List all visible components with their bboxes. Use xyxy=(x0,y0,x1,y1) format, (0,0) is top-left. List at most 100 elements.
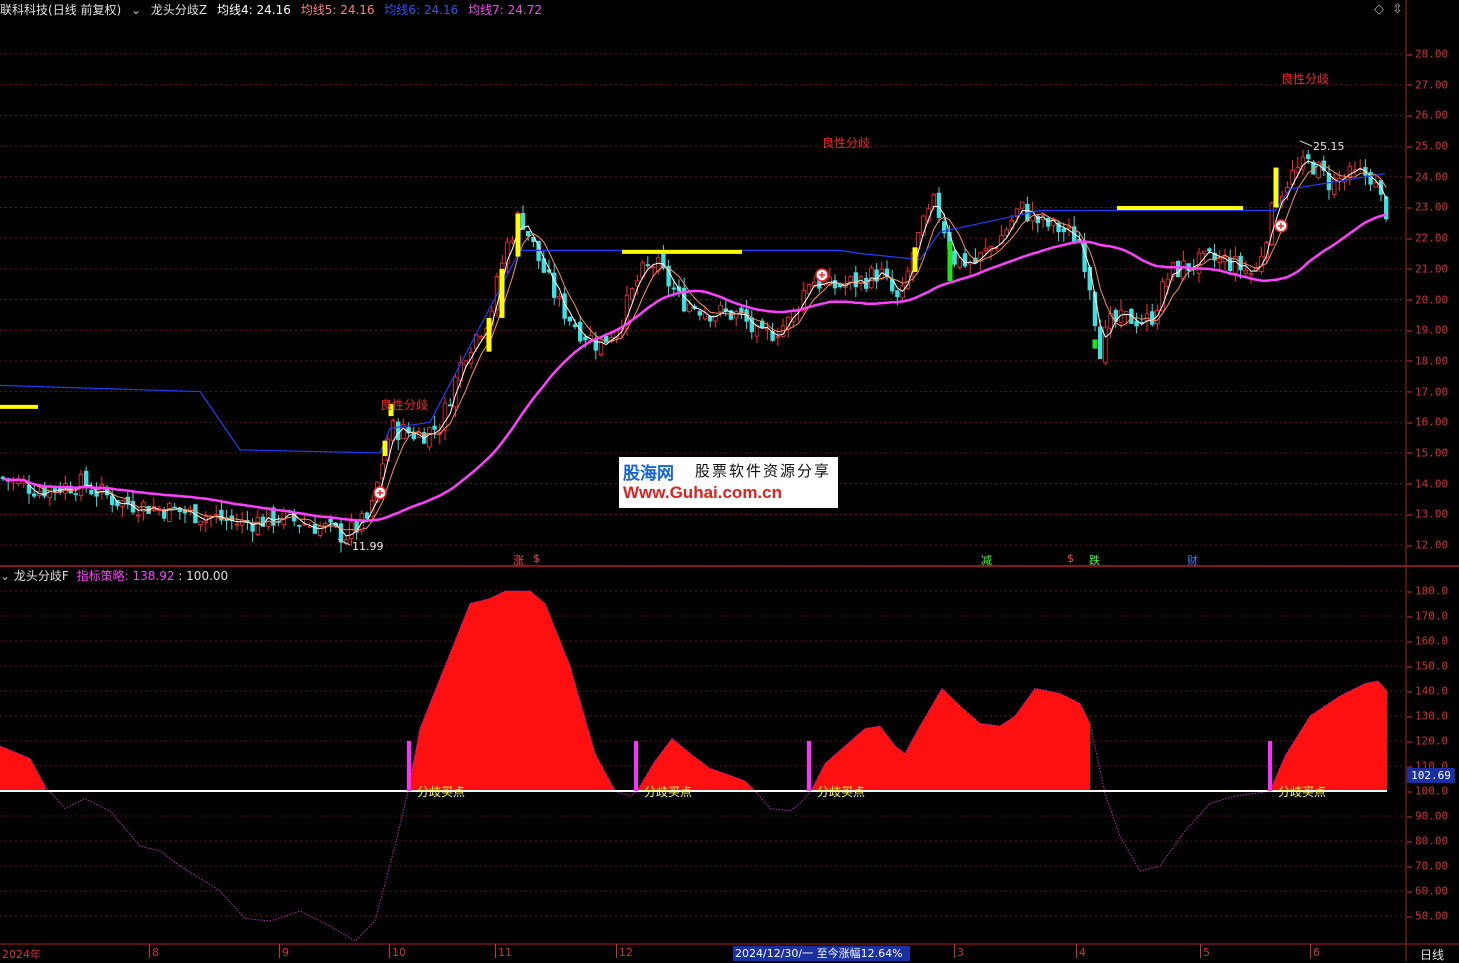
candle-body xyxy=(172,506,177,509)
candle-body xyxy=(718,305,723,313)
baseline-value: 100.00 xyxy=(186,569,229,583)
chart-header: 联科科技(日线 前复权) ⌄ 龙头分歧Z 均线4: 24.16 均线5: 24.… xyxy=(0,0,1405,20)
ma7-label: 均线7: 24.72 xyxy=(468,3,542,17)
candle-body xyxy=(936,192,942,218)
candle-body xyxy=(1306,154,1311,159)
sub-axis-tick: 160.0 xyxy=(1406,634,1449,648)
main-axis-tick: 20.00 xyxy=(1406,293,1449,306)
sub-axis-tick: 70.00 xyxy=(1406,859,1449,873)
diamond-icon[interactable]: ◇ xyxy=(1374,2,1384,17)
signal-block xyxy=(382,440,388,457)
stock-name: 联科科技 xyxy=(0,3,49,17)
signal-block-green xyxy=(1092,339,1098,349)
sub-axis-tick: 90.00 xyxy=(1406,809,1449,823)
candle-body xyxy=(234,523,240,526)
candle-body xyxy=(1061,228,1066,233)
event-mark-dollar-1[interactable]: $ xyxy=(533,552,540,565)
buy-point-label-1: 分歧买点 xyxy=(417,785,466,799)
strategy-label: 指标策略: xyxy=(76,569,129,583)
candle-body xyxy=(702,312,708,320)
main-axis-tick: 27.00 xyxy=(1406,78,1449,92)
candle-body xyxy=(510,239,515,243)
candle-body xyxy=(328,519,333,523)
signal-block xyxy=(499,268,505,318)
signal-block-green xyxy=(947,241,953,282)
period-button[interactable]: 日线 xyxy=(1420,946,1444,963)
candle-body xyxy=(1004,229,1009,236)
sub-dropdown-icon[interactable]: ⌄ xyxy=(0,569,10,583)
candle-body xyxy=(895,290,900,298)
event-mark-dollar-2[interactable]: $ xyxy=(1067,552,1074,565)
low-price-annotation: 11.99 xyxy=(352,540,384,553)
candle-body xyxy=(1176,260,1181,278)
event-mark-reduce[interactable]: 减 xyxy=(981,552,992,568)
sub-indicator-axis: 180.0 170.0 160.0 150.0 140.0 130.0 120.0 110.0… xyxy=(1406,568,1459,944)
date-tick: 6 xyxy=(1310,944,1320,959)
event-mark-rise[interactable]: 涨 xyxy=(513,552,524,568)
strategy-value: 138.92 xyxy=(132,569,175,583)
main-axis-tick: 13.00 xyxy=(1406,507,1449,521)
candle-body xyxy=(848,276,853,283)
main-axis-tick: 23.00 xyxy=(1406,200,1449,214)
indicator-name[interactable]: 龙头分歧Z xyxy=(151,3,207,17)
date-tick: 4 xyxy=(1076,944,1086,959)
event-mark-fall[interactable]: 跌 xyxy=(1089,552,1100,568)
dropdown-icon[interactable]: ⌄ xyxy=(131,3,141,17)
ma6-label: 均线6: 24.16 xyxy=(384,3,459,17)
sub-axis-tick: 130.0 xyxy=(1406,709,1449,723)
date-tick: 9 xyxy=(279,944,289,959)
candle-body xyxy=(297,524,302,527)
candle-body xyxy=(1373,182,1378,188)
candle-body xyxy=(1046,217,1051,227)
range-info: 2024/12/30/一 至今涨幅12.64% xyxy=(733,946,910,961)
date-tick: 10 xyxy=(389,944,406,959)
candle-body xyxy=(73,493,78,496)
date-tick: 12 xyxy=(616,944,633,959)
candle-body xyxy=(1228,257,1233,271)
date-tick: 3 xyxy=(954,944,964,959)
candle-body xyxy=(364,512,370,519)
signal-label-2: 良性分歧 xyxy=(822,136,871,150)
buy-point-label-2: 分歧买点 xyxy=(644,785,693,799)
date-tick: 8 xyxy=(149,944,159,959)
ma4-label: 均线4: 24.16 xyxy=(216,3,291,17)
expand-icon[interactable]: ⇳ xyxy=(1392,2,1403,17)
sub-axis-tick: 50.00 xyxy=(1406,909,1449,923)
candle-body xyxy=(447,404,453,407)
candle-body xyxy=(89,489,94,495)
signal-label-3: 良性分歧 xyxy=(1281,72,1330,86)
candle-body xyxy=(1066,226,1072,229)
candle-body xyxy=(1243,270,1248,274)
candle-body xyxy=(1238,255,1243,271)
sub-chart-header: ⌄ 龙头分歧F 指标策略: 138.92 : 100.00 xyxy=(0,569,229,583)
candle-body xyxy=(734,311,739,319)
main-axis-tick: 15.00 xyxy=(1406,446,1449,460)
signal-block xyxy=(486,317,492,352)
signal-label-1: 良性分歧 xyxy=(380,398,429,412)
sub-axis-tick: 170.0 xyxy=(1406,609,1449,623)
candle-body xyxy=(255,516,260,535)
candle-body xyxy=(572,324,578,328)
candle-body xyxy=(557,296,562,299)
watermark-url: Www.Guhai.com.cn xyxy=(623,483,782,502)
candle-body xyxy=(1150,311,1155,325)
event-mark-finance[interactable]: 财 xyxy=(1187,552,1198,568)
main-price-axis: 28.00 27.00 26.00 25.00 24.00 23.00 22.00 21.00… xyxy=(1406,0,1459,566)
date-tick: 11 xyxy=(495,944,512,959)
candle-body xyxy=(708,315,713,322)
sub-indicator-name[interactable]: 龙头分歧F xyxy=(14,569,69,583)
signal-block xyxy=(1273,167,1279,208)
watermark-slogan: 股票软件资源分享 xyxy=(695,462,832,480)
watermark-brand: 股海网 xyxy=(623,464,674,484)
candle-body xyxy=(650,266,656,269)
period-label: (日线 前复权) xyxy=(48,3,122,17)
candle-body xyxy=(1098,326,1103,359)
candle-body xyxy=(198,520,203,525)
main-axis-tick: 17.00 xyxy=(1406,385,1449,399)
candle-body xyxy=(390,420,396,442)
main-axis-tick: 25.00 xyxy=(1406,139,1449,153)
sub-axis-tick: 150.0 xyxy=(1406,659,1449,673)
sub-axis-tick: 100.0 xyxy=(1406,784,1449,798)
high-pointer xyxy=(1299,140,1313,147)
sub-axis-tick: 60.00 xyxy=(1406,884,1449,898)
